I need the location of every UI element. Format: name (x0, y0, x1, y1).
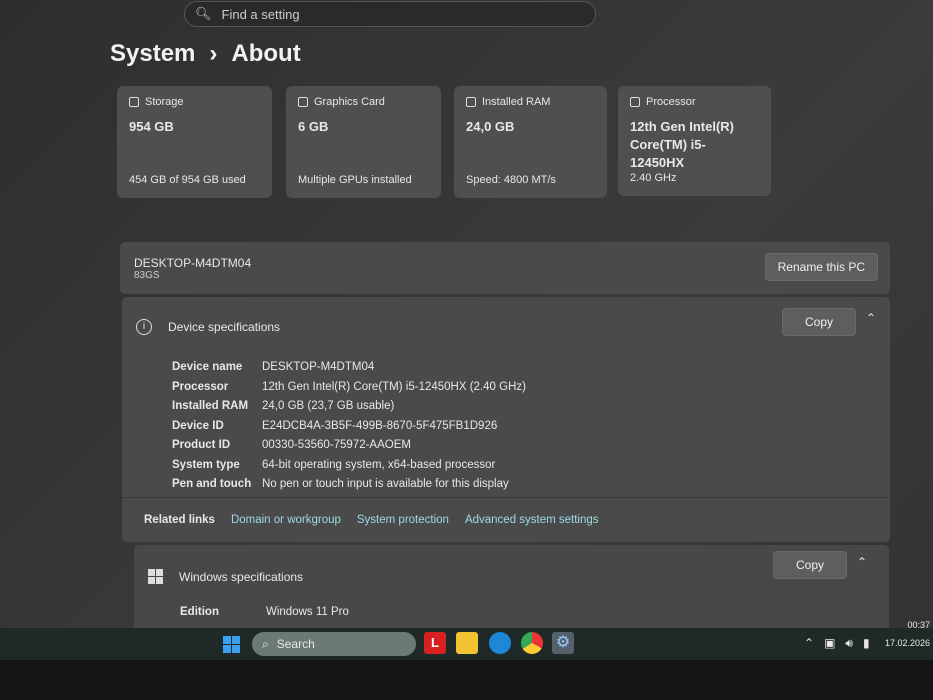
breadcrumb-separator: › (209, 40, 218, 67)
card-footer: Multiple GPUs installed (298, 174, 412, 186)
spec-value: 24,0 GB (23,7 GB usable) (262, 400, 395, 412)
card-label: Processor (646, 96, 696, 108)
card-label: Storage (145, 96, 184, 108)
date: 17.02.2026 (884, 638, 930, 648)
storage-card[interactable]: Storage 954 GB 454 GB of 954 GB used (117, 86, 272, 198)
spec-row: System type 64-bit operating system, x64-… (172, 459, 526, 479)
copy-button[interactable]: Copy (772, 551, 847, 579)
search-icon: ⌕ (262, 636, 269, 651)
network-icon[interactable]: ▣ (824, 636, 835, 651)
spec-key: System type (172, 458, 240, 471)
card-value: 954 GB (129, 119, 174, 134)
spec-row: Installed RAM 24,0 GB (23,7 GB usable) (172, 400, 526, 420)
spec-key: Device name (172, 361, 243, 373)
clock[interactable]: 00:37 17.02.2026 (884, 620, 930, 648)
spec-value: 12th Gen Intel(R) Core(TM) i5-12450HX (2… (262, 380, 526, 393)
spec-value: E24DCB4A-3B5F-499B-8670-5F475FB1D926 (262, 419, 498, 432)
related-links-label: Related links (144, 514, 215, 526)
section-title: Device specifications (168, 320, 281, 334)
settings-gear-icon[interactable]: ⚙ (552, 632, 574, 654)
ram-icon (466, 97, 476, 107)
card-value: 12th Gen Intel(R) Core(TM) i5-12450HX (630, 119, 735, 170)
card-value: 6 GB (298, 119, 329, 134)
gpu-icon (298, 97, 308, 107)
card-footer: 2.40 GHz (630, 172, 677, 184)
search-box[interactable]: 🔍︎ Find a setting (184, 1, 596, 27)
app-l-icon[interactable]: L (424, 632, 446, 654)
battery-icon[interactable]: ▮ (863, 636, 870, 651)
card-footer: 454 GB of 954 GB used (129, 174, 246, 186)
spec-row: Device ID E24DCB4A-3B5F-499B-8670-5F475FB… (172, 420, 526, 440)
spec-key: Processor (172, 380, 229, 393)
spec-key: Pen and touch (172, 478, 252, 490)
chrome-icon[interactable] (521, 632, 543, 654)
spec-value: DESKTOP-M4DTM04 (262, 361, 375, 373)
section-title: Windows specifications (179, 569, 304, 584)
pc-name-section: DESKTOP-M4DTM04 83GS Rename this PC (120, 242, 890, 294)
spec-list: Device name DESKTOP-M4DTM04 Processor 12th… (172, 361, 526, 498)
windows-specifications-section: Windows specifications Copy ⌃ Edition Wi… (134, 545, 889, 635)
card-label: Graphics Card (314, 96, 385, 108)
file-explorer-icon[interactable] (456, 632, 478, 654)
breadcrumb: System › About (110, 40, 301, 68)
laptop-bezel (0, 660, 933, 700)
spec-value: No pen or touch input is available for t… (262, 478, 509, 490)
graphics-card[interactable]: Graphics Card 6 GB Multiple GPUs install… (286, 86, 441, 198)
taskbar-search[interactable]: ⌕ Search (252, 632, 416, 656)
spec-key: Installed RAM (172, 400, 249, 412)
search-input[interactable]: Find a setting (222, 7, 300, 22)
card-footer: Speed: 4800 MT/s (466, 174, 556, 186)
spec-value: 64-bit operating system, x64-based proce… (262, 458, 496, 471)
ram-card[interactable]: Installed RAM 24,0 GB Speed: 4800 MT/s (454, 86, 607, 198)
system-tray[interactable]: ⌃ ▣ 🔊︎ ▮ (804, 636, 870, 651)
windows-logo-icon (148, 569, 163, 584)
info-icon: i (136, 319, 152, 335)
time: 00:37 (907, 620, 930, 630)
chevron-up-icon[interactable]: ⌃ (857, 555, 867, 569)
device-specifications-section: i Device specifications Copy ⌃ Device nam… (122, 297, 890, 542)
spec-row: Product ID 00330-53560-75972-AAOEM (172, 439, 526, 459)
card-label: Installed RAM (482, 96, 551, 108)
edition-value: Windows 11 Pro (266, 606, 349, 618)
rename-pc-button[interactable]: Rename this PC (764, 253, 878, 281)
copy-button[interactable]: Copy (781, 308, 856, 336)
settings-window: 🔍︎ Find a setting System › About Storage… (0, 0, 933, 660)
card-value: 24,0 GB (466, 119, 515, 134)
cpu-icon (630, 97, 640, 107)
start-icon[interactable] (223, 636, 240, 653)
page-title: About (231, 40, 301, 67)
edge-icon[interactable] (489, 632, 511, 654)
related-links: Related links Domain or workgroup System… (122, 497, 890, 542)
spec-key: Product ID (172, 439, 231, 451)
advanced-system-settings-link[interactable]: Advanced system settings (465, 514, 599, 526)
spec-row: Pen and touch No pen or touch input is av… (172, 478, 526, 498)
spec-row: Device name DESKTOP-M4DTM04 (172, 361, 526, 381)
system-protection-link[interactable]: System protection (357, 514, 449, 526)
breadcrumb-parent[interactable]: System (110, 40, 195, 68)
edition-label: Edition (180, 606, 219, 618)
chevron-up-icon[interactable]: ⌃ (804, 636, 814, 651)
storage-icon (129, 97, 139, 107)
spec-row: Processor 12th Gen Intel(R) Core(TM) i5-1… (172, 381, 526, 401)
processor-card[interactable]: Processor 12th Gen Intel(R) Core(TM) i5-… (618, 86, 771, 196)
volume-icon[interactable]: 🔊︎ (845, 636, 853, 651)
search-icon: 🔍︎ (195, 6, 212, 21)
spec-value: 00330-53560-75972-AAOEM (262, 439, 411, 451)
spec-key: Device ID (172, 419, 224, 432)
domain-workgroup-link[interactable]: Domain or workgroup (231, 514, 341, 526)
chevron-up-icon[interactable]: ⌃ (866, 311, 876, 325)
taskbar-search-label: Search (276, 637, 315, 651)
